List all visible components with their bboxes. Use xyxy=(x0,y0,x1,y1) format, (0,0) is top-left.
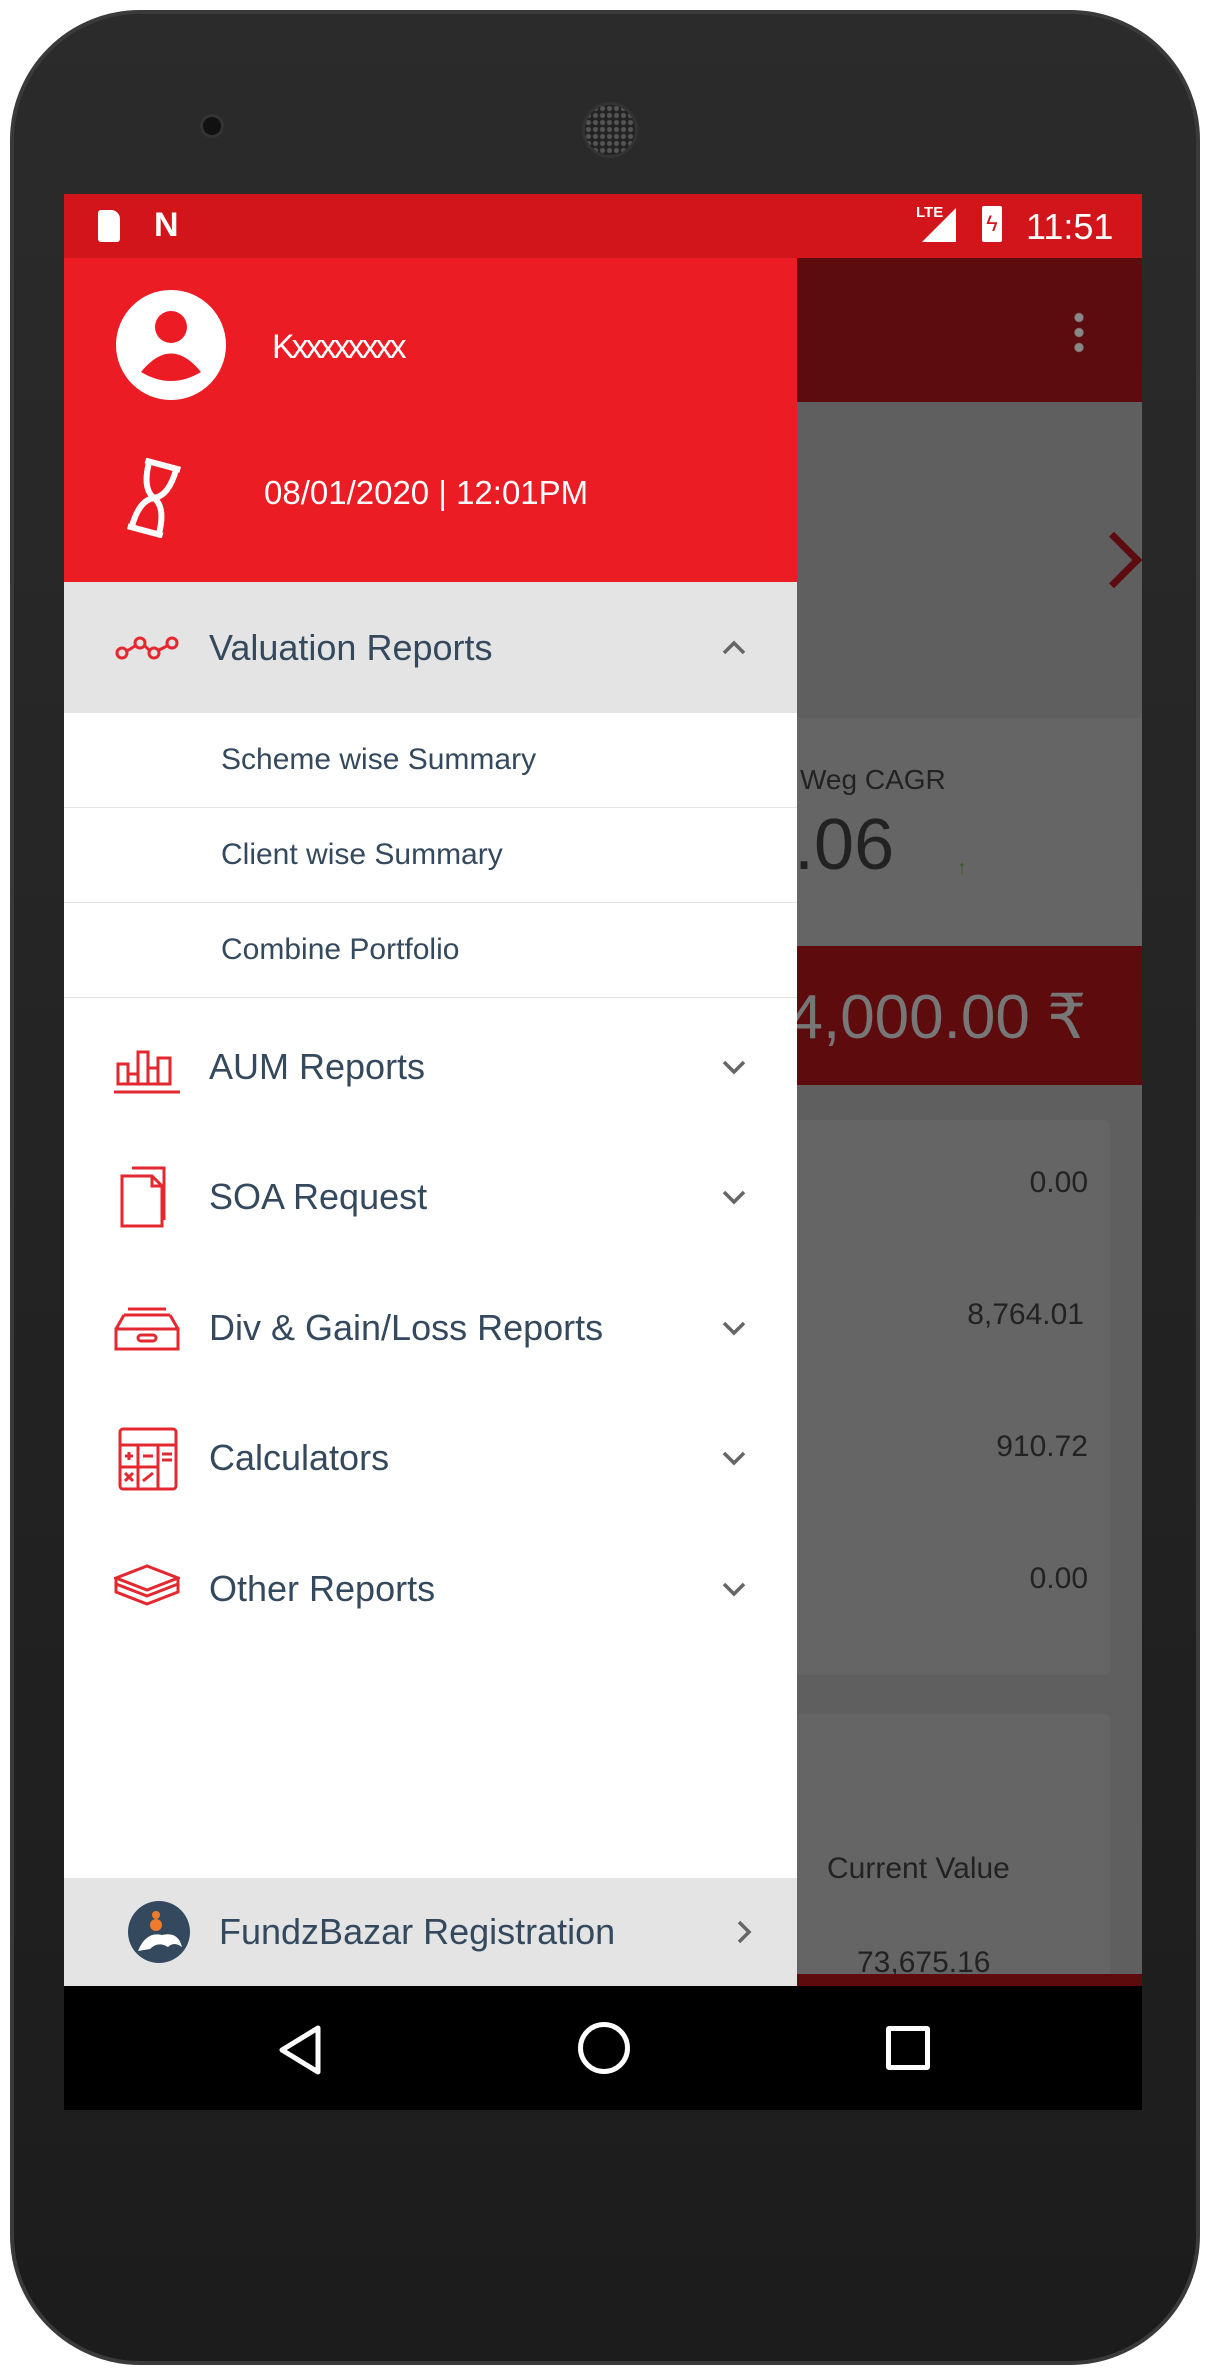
last-login-datetime: 08/01/2020 | 12:01PM xyxy=(264,474,589,511)
chevron-down-icon[interactable] xyxy=(719,1313,749,1343)
value-4: 0.00 xyxy=(1029,1562,1088,1595)
footer-label: FundzBazar Registration xyxy=(219,1911,616,1952)
menu-label: AUM Reports xyxy=(209,1045,426,1087)
recents-icon[interactable] xyxy=(886,2026,930,2070)
menu-calculators[interactable]: Calculators xyxy=(64,1392,797,1523)
calculator-icon xyxy=(118,1427,178,1490)
menu-soa-request[interactable]: SOA Request xyxy=(64,1131,797,1262)
hourglass-icon xyxy=(127,458,181,538)
value-3: 910.72 xyxy=(996,1430,1088,1463)
cagr-label: Weg CAGR xyxy=(800,764,946,795)
chevron-down-icon[interactable] xyxy=(719,1052,749,1082)
menu-label: Calculators xyxy=(209,1436,390,1478)
value-2: 8,764.01 xyxy=(967,1298,1084,1331)
menu-label: Div & Gain/Loss Reports xyxy=(209,1306,604,1348)
clock: 11:51 xyxy=(1026,206,1114,247)
menu-other-reports[interactable]: Other Reports xyxy=(64,1523,797,1654)
fundzbazar-registration-button[interactable]: FundzBazar Registration xyxy=(64,1878,797,1986)
drawer-header: Kxxxxxxxx 08/01/2020 | 12:01PM xyxy=(64,258,797,582)
user-name: Kxxxxxxxx xyxy=(272,328,407,366)
inbox-tray-icon xyxy=(114,1307,180,1350)
value-1: 0.00 xyxy=(1029,1166,1088,1199)
fundzbazar-logo xyxy=(128,1901,190,1963)
submenu-client-wise-summary[interactable]: Client wise Summary xyxy=(64,808,797,903)
line-chart-icon xyxy=(115,636,179,659)
menu-label: Valuation Reports xyxy=(209,626,493,668)
up-arrow-icon: ↑ xyxy=(957,857,967,879)
sd-card-icon xyxy=(98,210,120,242)
battery-charging-icon: ϟ xyxy=(982,206,1002,242)
back-icon[interactable] xyxy=(276,2024,324,2076)
total-amount: 64,000.00 ₹ xyxy=(754,983,1087,1052)
submenu-combine-portfolio[interactable]: Combine Portfolio xyxy=(64,903,797,998)
menu-label: Other Reports xyxy=(209,1567,436,1609)
status-bar: N LTE ϟ 11:51 xyxy=(64,194,1142,258)
chevron-right-icon xyxy=(737,1920,752,1944)
menu-label: SOA Request xyxy=(209,1175,428,1217)
menu-div-gain-loss-reports[interactable]: Div & Gain/Loss Reports xyxy=(64,1262,797,1393)
navigation-drawer: Kxxxxxxxx 08/01/2020 | 12:01PM Valuation… xyxy=(64,258,797,1986)
submenu-scheme-wise-summary[interactable]: Scheme wise Summary xyxy=(64,713,797,808)
bar-chart-icon xyxy=(114,1050,180,1093)
chevron-down-icon[interactable] xyxy=(719,1574,749,1604)
chevron-down-icon[interactable] xyxy=(719,1443,749,1473)
menu-aum-reports[interactable]: AUM Reports xyxy=(64,1001,797,1132)
signal-icon xyxy=(922,208,956,242)
documents-icon xyxy=(120,1166,166,1227)
speaker xyxy=(582,102,638,158)
chevron-up-icon[interactable] xyxy=(719,633,749,663)
layers-icon xyxy=(114,1563,180,1606)
front-camera xyxy=(200,114,224,138)
current-value-label: Current Value xyxy=(827,1852,1010,1885)
menu-valuation-reports[interactable]: Valuation Reports xyxy=(64,582,797,713)
navigation-bar xyxy=(64,1986,1142,2110)
next-arrow-icon[interactable] xyxy=(1085,531,1142,589)
chevron-down-icon[interactable] xyxy=(719,1182,749,1212)
more-options-icon[interactable] xyxy=(1074,310,1084,354)
screen: Weg CAGR 5.06 ↑ 64,000.00 ₹ 0.00 8,764.0… xyxy=(64,194,1142,2110)
avatar-icon[interactable] xyxy=(116,290,226,400)
n-notification-icon: N xyxy=(154,206,179,244)
home-icon[interactable] xyxy=(578,2022,630,2074)
